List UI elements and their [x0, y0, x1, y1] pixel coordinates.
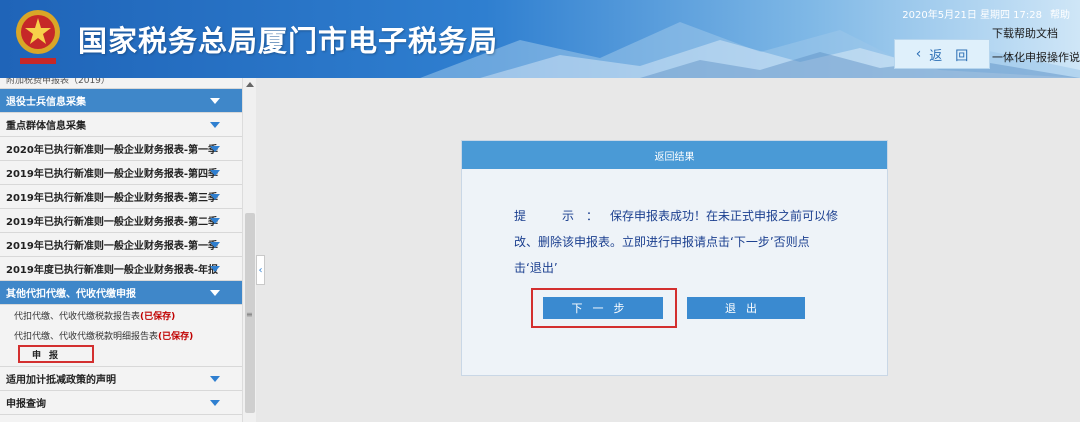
sidebar-item-withholding[interactable]: 其他代扣代缴、代收代缴申报 — [0, 281, 242, 305]
sidebar-item-plus-deduction[interactable]: 适用加计抵减政策的声明 — [0, 367, 242, 391]
sidebar-menu: 附加税费申报表（2019） 退役士兵信息采集 重点群体信息采集 2020年已执行… — [0, 78, 242, 422]
sidebar-item-label: 2019年度已执行新准则一般企业财务报表-年报 — [6, 265, 218, 276]
caret-down-icon — [210, 146, 220, 152]
sidebar-item-key-groups[interactable]: 重点群体信息采集 — [0, 113, 242, 137]
dialog-message: 提 示：保存申报表成功！在未正式申报之前可以修 改、删除该申报表。立即进行申报请… — [514, 203, 854, 281]
sidebar-item-2019-annual[interactable]: 2019年度已执行新准则一般企业财务报表-年报 — [0, 257, 242, 281]
sidebar-collapse-handle[interactable]: ‹ — [256, 255, 265, 285]
help-link[interactable]: 帮助 — [1050, 6, 1070, 21]
site-header: 国家税务总局厦门市电子税务局 2020年5月21日 星期四 17:28 帮助 下… — [0, 0, 1080, 78]
sidebar-item-veteran-info[interactable]: 退役士兵信息采集 — [0, 89, 242, 113]
sidebar-item-label: 申报查询 — [6, 399, 46, 410]
caret-down-icon — [210, 266, 220, 272]
sidebar-item-partial[interactable]: 附加税费申报表（2019） — [0, 78, 242, 89]
sidebar-subitem-declare[interactable]: 申报 — [18, 345, 94, 363]
tax-emblem-icon — [16, 10, 60, 64]
download-help-link[interactable]: 下载帮助文档 — [992, 25, 1058, 41]
dialog-message-line-3: 击‘退出’ — [514, 261, 558, 275]
caret-down-icon — [210, 194, 220, 200]
sidebar-item-2019-q4[interactable]: 2019年已执行新准则一般企业财务报表-第四季 — [0, 161, 242, 185]
sidebar-item-label: 其他代扣代缴、代收代缴申报 — [6, 289, 136, 300]
caret-down-icon — [210, 170, 220, 176]
sidebar-item-label: 重点群体信息采集 — [6, 121, 86, 132]
caret-down-icon — [210, 400, 220, 406]
dialog-message-line-2: 改、删除该申报表。立即进行申报请点击‘下一步’否则点 — [514, 235, 810, 249]
sidebar-item-declaration-query[interactable]: 申报查询 — [0, 391, 242, 415]
caret-down-icon — [210, 218, 220, 224]
next-step-button[interactable]: 下一步 — [543, 297, 663, 319]
grip-icon: ≡ — [246, 310, 253, 319]
sidebar-subitem-withholding-detail[interactable]: 代扣代缴、代收代缴税款明细报告表 (已保存) — [0, 325, 242, 345]
caret-down-icon — [210, 122, 220, 128]
sidebar-item-label: 退役士兵信息采集 — [6, 97, 86, 108]
sidebar-item-2019-q1[interactable]: 2019年已执行新准则一般企业财务报表-第一季 — [0, 233, 242, 257]
sidebar-scrollbar[interactable]: ≡ — [242, 78, 256, 422]
dialog-label: 提 示： — [514, 209, 611, 223]
dialog-message-line-1: 保存申报表成功！在未正式申报之前可以修 — [610, 209, 839, 223]
caret-down-icon — [210, 290, 220, 296]
sidebar-subitem-withholding-report[interactable]: 代扣代缴、代收代缴税款报告表 (已保存) — [0, 305, 242, 325]
scroll-up-icon[interactable] — [246, 82, 254, 87]
sidebar-item-label: 2019年已执行新准则一般企业财务报表-第一季 — [6, 241, 218, 252]
header-utility: 2020年5月21日 星期四 17:28 帮助 下载帮助文档 ‹ 返 回 一体化… — [880, 0, 1080, 78]
datetime-display: 2020年5月21日 星期四 17:28 — [902, 10, 1042, 21]
sidebar-item-2019-q3[interactable]: 2019年已执行新准则一般企业财务报表-第三季 — [0, 185, 242, 209]
chevron-left-icon: ‹ — [258, 264, 263, 276]
chevron-left-icon: ‹ — [915, 46, 922, 62]
sidebar-item-label: 2019年已执行新准则一般企业财务报表-第四季 — [6, 169, 218, 180]
caret-down-icon — [210, 376, 220, 382]
exit-button[interactable]: 退出 — [687, 297, 805, 319]
result-dialog: 返回结果 提 示：保存申报表成功！在未正式申报之前可以修 改、删除该申报表。立即… — [461, 140, 888, 376]
sidebar-subitem-label: 代扣代缴、代收代缴税款报告表 — [14, 311, 141, 322]
operation-guide-link[interactable]: 一体化申报操作说 — [992, 49, 1080, 65]
sidebar-item-label: 适用加计抵减政策的声明 — [6, 375, 116, 386]
sidebar-item-label: 2019年已执行新准则一般企业财务报表-第二季 — [6, 217, 218, 228]
caret-down-icon — [210, 98, 220, 104]
sidebar-subitem-label: 代扣代缴、代收代缴税款明细报告表 — [14, 331, 159, 342]
saved-status: (已保存) — [140, 311, 176, 322]
site-title: 国家税务总局厦门市电子税务局 — [78, 24, 499, 58]
sidebar-item-2019-q2[interactable]: 2019年已执行新准则一般企业财务报表-第二季 — [0, 209, 242, 233]
sidebar-group-withholding: 其他代扣代缴、代收代缴申报 代扣代缴、代收代缴税款报告表 (已保存) 代扣代缴、代… — [0, 281, 242, 367]
dialog-title: 返回结果 — [462, 141, 887, 169]
back-button-label: 返 回 — [929, 48, 969, 64]
saved-status: (已保存) — [158, 331, 194, 342]
sidebar-item-label: 2020年已执行新准则一般企业财务报表-第一季 — [6, 145, 218, 156]
back-button[interactable]: ‹ 返 回 — [894, 39, 990, 69]
sidebar-item-2020-q1[interactable]: 2020年已执行新准则一般企业财务报表-第一季 — [0, 137, 242, 161]
caret-down-icon — [210, 242, 220, 248]
sidebar-item-label: 2019年已执行新准则一般企业财务报表-第三季 — [6, 193, 218, 204]
